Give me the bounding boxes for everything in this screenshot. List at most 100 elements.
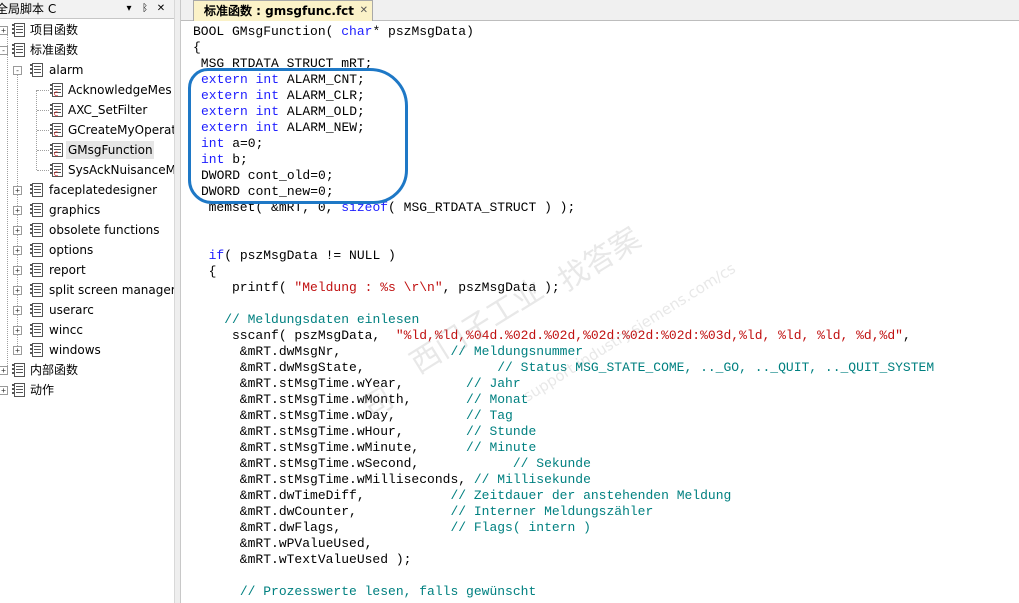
tree-item[interactable]: C SysAckNuisanceM bbox=[0, 160, 174, 180]
tree-item[interactable]: C GCreateMyOperat bbox=[0, 120, 174, 140]
tree-item[interactable]: - alarm bbox=[0, 60, 174, 80]
code-comment: // Zeitdauer der anstehenden Meldung bbox=[450, 488, 732, 503]
code-comment: // Tag bbox=[466, 408, 513, 423]
expand-icon[interactable]: + bbox=[0, 386, 8, 395]
script-icon bbox=[30, 63, 43, 77]
expand-icon[interactable]: + bbox=[13, 206, 22, 215]
code-line: printf( "Meldung : %s \r\n", pszMsgData … bbox=[193, 280, 560, 296]
tree-guide-line bbox=[37, 90, 49, 91]
tree-item[interactable]: C AcknowledgeMes bbox=[0, 80, 174, 100]
tree-item[interactable]: + wincc bbox=[0, 320, 174, 340]
code-comment: // Stunde bbox=[466, 424, 537, 439]
code-text: DWORD cont_new=0; bbox=[201, 184, 334, 199]
svg-text:C: C bbox=[54, 131, 58, 137]
code-line: extern int ALARM_CNT; bbox=[201, 72, 365, 88]
tree-item-label: obsolete functions bbox=[49, 223, 160, 237]
tree-item[interactable]: + userarc bbox=[0, 300, 174, 320]
code-string: "Meldung : %s \r\n" bbox=[294, 280, 443, 295]
expand-icon[interactable]: + bbox=[13, 306, 22, 315]
expand-icon[interactable]: + bbox=[13, 346, 22, 355]
tab-gmsgfunc[interactable]: 标准函数 : gmsgfunc.fct ✕ bbox=[193, 0, 374, 21]
expand-icon[interactable]: + bbox=[13, 186, 22, 195]
code-line: DWORD cont_new=0; bbox=[201, 184, 334, 200]
tree-item[interactable]: + report bbox=[0, 260, 174, 280]
expand-icon[interactable]: + bbox=[13, 326, 22, 335]
code-text: ALARM_CLR; bbox=[279, 88, 365, 103]
code-text: &mRT.dwCounter, bbox=[193, 504, 451, 519]
tree-item-label: split screen manager bbox=[49, 283, 174, 297]
panel-splitter[interactable] bbox=[174, 0, 181, 603]
code-line: if( pszMsgData != NULL ) bbox=[193, 248, 396, 264]
editor-tab-bar: 标准函数 : gmsgfunc.fct ✕ bbox=[181, 0, 1019, 21]
tree-item-label: AcknowledgeMes bbox=[68, 83, 172, 97]
panel-menu-icon[interactable]: ▾ bbox=[122, 0, 136, 18]
script-file-icon: C bbox=[50, 103, 63, 117]
code-comment: // Meldungsdaten einlesen bbox=[224, 312, 420, 327]
script-icon bbox=[30, 343, 43, 357]
collapse-icon[interactable]: - bbox=[0, 46, 8, 55]
code-editor[interactable]: BOOL GMsgFunction( char* pszMsgData){ MS… bbox=[181, 21, 1019, 603]
tree-item[interactable]: + obsolete functions bbox=[0, 220, 174, 240]
tree-item[interactable]: - 标准函数 bbox=[0, 40, 174, 60]
code-line: extern int ALARM_NEW; bbox=[201, 120, 365, 136]
code-keyword: int bbox=[255, 104, 280, 119]
tree-item[interactable]: C GMsgFunction bbox=[0, 140, 174, 160]
code-keyword: sizeof bbox=[341, 200, 389, 215]
code-line: &mRT.dwCounter, // Interner Meldungszähl… bbox=[193, 504, 654, 520]
tree-item-label: GMsgFunction bbox=[68, 143, 153, 157]
code-text: ( MSG_RTDATA_STRUCT ) ); bbox=[388, 200, 576, 215]
close-icon[interactable]: ✕ bbox=[154, 0, 168, 18]
script-icon bbox=[12, 383, 25, 397]
tree-item[interactable]: + 动作 bbox=[0, 380, 174, 400]
code-text: &mRT.wTextValueUsed ); bbox=[193, 552, 412, 567]
tree-guide-line bbox=[37, 110, 49, 111]
collapse-icon[interactable]: - bbox=[13, 66, 22, 75]
tree-item[interactable]: + options bbox=[0, 240, 174, 260]
tree-item-label: graphics bbox=[49, 203, 101, 217]
code-text: &mRT.stMsgTime.wSecond, bbox=[193, 456, 513, 471]
tree-item[interactable]: + graphics bbox=[0, 200, 174, 220]
code-text: { bbox=[193, 40, 201, 55]
pushpin-icon[interactable]: ᛒ bbox=[138, 0, 152, 18]
tab-close-icon[interactable]: ✕ bbox=[360, 1, 368, 21]
tree-item-label: wincc bbox=[49, 323, 83, 337]
svg-text:C: C bbox=[54, 91, 58, 97]
code-text: &mRT.stMsgTime.wMinute, bbox=[193, 440, 467, 455]
code-text: ALARM_OLD; bbox=[279, 104, 365, 119]
code-text: &mRT.dwTimeDiff, bbox=[193, 488, 451, 503]
code-text: , bbox=[902, 328, 911, 343]
expand-icon[interactable]: + bbox=[0, 366, 8, 375]
code-text: BOOL GMsgFunction( bbox=[193, 24, 342, 39]
code-text: ALARM_CNT; bbox=[279, 72, 365, 87]
code-line: &mRT.dwMsgState, // Status MSG_STATE_COM… bbox=[193, 360, 934, 376]
tree-item[interactable]: C AXC_SetFilter bbox=[0, 100, 174, 120]
script-file-icon: C bbox=[50, 83, 63, 97]
expand-icon[interactable]: + bbox=[13, 226, 22, 235]
tree-item[interactable]: + 内部函数 bbox=[0, 360, 174, 380]
code-line: &mRT.stMsgTime.wMinute, // Minute bbox=[193, 440, 536, 456]
expand-icon[interactable]: + bbox=[13, 246, 22, 255]
code-line: { bbox=[193, 264, 217, 280]
code-comment: // Prozesswerte lesen, falls gewünscht bbox=[239, 584, 537, 599]
tree-item[interactable]: + windows bbox=[0, 340, 174, 360]
code-comment: // Meldungsnummer bbox=[450, 344, 584, 359]
code-comment: // Flags( intern ) bbox=[450, 520, 591, 535]
code-text: ( pszMsgData != NULL ) bbox=[224, 248, 396, 263]
code-text: MSG_RTDATA_STRUCT mRT; bbox=[193, 56, 373, 71]
expand-icon[interactable]: + bbox=[13, 286, 22, 295]
expand-icon[interactable]: + bbox=[0, 26, 8, 35]
tree-item[interactable]: + faceplatedesigner bbox=[0, 180, 174, 200]
tree-item[interactable]: + split screen manager bbox=[0, 280, 174, 300]
expand-icon[interactable]: + bbox=[13, 266, 22, 275]
code-comment: // Sekunde bbox=[512, 456, 591, 471]
tree-item[interactable]: + 项目函数 bbox=[0, 20, 174, 40]
tree-item-label: windows bbox=[49, 343, 101, 357]
code-text: sscanf( pszMsgData, bbox=[193, 328, 396, 343]
code-text: , pszMsgData ); bbox=[442, 280, 560, 295]
tab-label: 标准函数 : gmsgfunc.fct bbox=[204, 4, 355, 18]
script-icon bbox=[30, 283, 43, 297]
tree-item-label: 标准函数 bbox=[30, 43, 79, 57]
